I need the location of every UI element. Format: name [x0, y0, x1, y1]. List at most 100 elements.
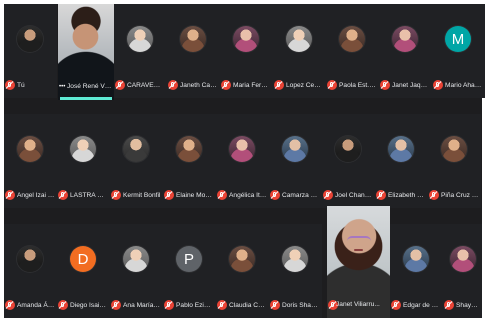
- mic-muted-icon: [111, 190, 121, 200]
- participant-name: Janeth Cauich: [180, 82, 218, 89]
- mic-muted-icon: [164, 300, 174, 310]
- participant-tile[interactable]: P Pablo Eziubel...: [163, 224, 216, 318]
- participant-tile[interactable]: CARAVEO HI...: [114, 4, 167, 98]
- mic-muted-icon: [58, 300, 68, 310]
- participant-name: Ana María Fe...: [123, 302, 161, 309]
- participant-tile[interactable]: Angel Izai Cr...: [4, 114, 57, 208]
- participant-name: Camarza Cha...: [282, 192, 320, 199]
- participant-avatar: [388, 136, 414, 162]
- active-speaker-indicator: [60, 97, 112, 100]
- participant-tile[interactable]: M Mario Aharon...: [432, 4, 485, 98]
- participant-tile[interactable]: Claudia Conc...: [216, 224, 269, 318]
- participant-tile[interactable]: Shayder Canc...: [443, 224, 482, 318]
- participant-avatar: [286, 26, 312, 52]
- mic-muted-icon: [433, 80, 443, 90]
- participant-tile[interactable]: Janeth Cauich: [167, 4, 220, 98]
- participant-name: Claudia Conc...: [229, 302, 267, 309]
- participant-avatar: [450, 246, 476, 272]
- participant-avatar: [392, 26, 418, 52]
- mic-muted-icon: [168, 80, 178, 90]
- participant-tile[interactable]: Lopez Ceped...: [273, 4, 326, 98]
- mic-muted-icon: [217, 190, 227, 200]
- participant-tile[interactable]: LASTRA MEN...: [57, 114, 110, 208]
- mic-muted-icon: [115, 80, 125, 90]
- participant-avatar: [335, 136, 361, 162]
- participant-name: Janet Viliarru...: [336, 301, 380, 308]
- participant-name: Lopez Ceped...: [286, 82, 324, 89]
- mic-muted-icon: [5, 190, 15, 200]
- mouth-icon: [354, 249, 363, 251]
- participant-tile[interactable]: Piña Cruz Chr...: [428, 114, 481, 208]
- participant-grid: Tú ••• José René VI... CARAVEO HI... Jan…: [4, 4, 485, 318]
- participant-tile[interactable]: Paola Est. Ag...: [326, 4, 379, 98]
- participant-avatar: [123, 246, 149, 272]
- mic-muted-icon: [221, 80, 231, 90]
- participant-tile[interactable]: Elaine Monse...: [163, 114, 216, 208]
- participant-name: LASTRA MEN...: [70, 192, 108, 199]
- glasses-icon: [347, 236, 371, 246]
- participant-avatar-initial: D: [70, 246, 96, 272]
- participant-avatar: [339, 26, 365, 52]
- mic-muted-icon: [270, 190, 280, 200]
- participant-video-tile[interactable]: Janet Viliarru...: [327, 206, 390, 318]
- participant-avatar: [233, 26, 259, 52]
- participant-tile[interactable]: D Diego Isaih C...: [57, 224, 110, 318]
- participant-tile-you[interactable]: Tú: [4, 4, 57, 98]
- participant-tile[interactable]: Ana María Fe...: [110, 224, 163, 318]
- participant-tile[interactable]: Doris Shazel...: [269, 224, 322, 318]
- participant-avatar: [17, 26, 43, 52]
- participant-avatar: [441, 136, 467, 162]
- participant-name: Mario Aharon...: [445, 82, 483, 89]
- participant-name: Doris Shazel...: [282, 302, 320, 309]
- mic-muted-icon: [429, 190, 439, 200]
- meeting-stage: Tú ••• José René VI... CARAVEO HI... Jan…: [0, 0, 485, 320]
- mic-muted-icon: [270, 300, 280, 310]
- mic-muted-icon: [376, 190, 386, 200]
- participant-name: Amanda Álva...: [17, 302, 55, 309]
- mic-muted-icon: [444, 300, 454, 310]
- mic-muted-icon: [327, 80, 337, 90]
- participant-avatar: [403, 246, 429, 272]
- mic-muted-icon: [274, 80, 284, 90]
- participant-avatar: [127, 26, 153, 52]
- mic-muted-icon: [164, 190, 174, 200]
- participant-name: Diego Isaih C...: [70, 302, 108, 309]
- participant-tile[interactable]: Edgar de Jes...: [390, 224, 443, 318]
- participant-tile[interactable]: Joel Chan Chi: [322, 114, 375, 208]
- participant-tile[interactable]: Amanda Álva...: [4, 224, 57, 318]
- participant-name: Elaine Monse...: [176, 192, 214, 199]
- participant-avatar: [176, 136, 202, 162]
- participant-name: Maria Fernan...: [233, 82, 271, 89]
- participant-tile[interactable]: Kermit Bonfil: [110, 114, 163, 208]
- participant-avatar: [229, 136, 255, 162]
- participant-tile[interactable]: Angélica Itzel...: [216, 114, 269, 208]
- mic-muted-icon: [380, 80, 390, 90]
- participant-name: Angel Izai Cr...: [17, 192, 55, 199]
- participant-tile[interactable]: Elizabeth Sua...: [375, 114, 428, 208]
- participant-video-tile[interactable]: ••• José René VI...: [58, 4, 114, 100]
- participant-name: CARAVEO HI...: [127, 82, 165, 89]
- participant-name: Pablo Eziubel...: [176, 302, 214, 309]
- participant-avatar: [17, 246, 43, 272]
- participant-avatar: [70, 136, 96, 162]
- participant-name: José René VI...: [67, 83, 112, 90]
- participant-avatar-initial: P: [176, 246, 202, 272]
- mic-muted-icon: [58, 190, 68, 200]
- participant-name: Kermit Bonfil: [123, 192, 161, 199]
- mic-muted-icon: [5, 300, 15, 310]
- participant-tile[interactable]: Camarza Cha...: [269, 114, 322, 208]
- participant-avatar: [282, 136, 308, 162]
- participant-name: Piña Cruz Chr...: [441, 192, 479, 199]
- mic-muted-icon: [217, 300, 227, 310]
- participant-name: Joel Chan Chi: [335, 192, 373, 199]
- participant-tile[interactable]: Maria Fernan...: [220, 4, 273, 98]
- participant-name: Edgar de Jes...: [403, 302, 441, 309]
- participant-name: Paola Est. Ag...: [339, 82, 377, 89]
- participant-avatar: [282, 246, 308, 272]
- participant-tile[interactable]: Janet Jaqueli...: [379, 4, 432, 98]
- mic-muted-icon: [5, 80, 15, 90]
- mic-muted-icon: [111, 300, 121, 310]
- more-options-icon[interactable]: •••: [59, 84, 65, 90]
- participant-avatar: [180, 26, 206, 52]
- mic-muted-icon: [391, 300, 401, 310]
